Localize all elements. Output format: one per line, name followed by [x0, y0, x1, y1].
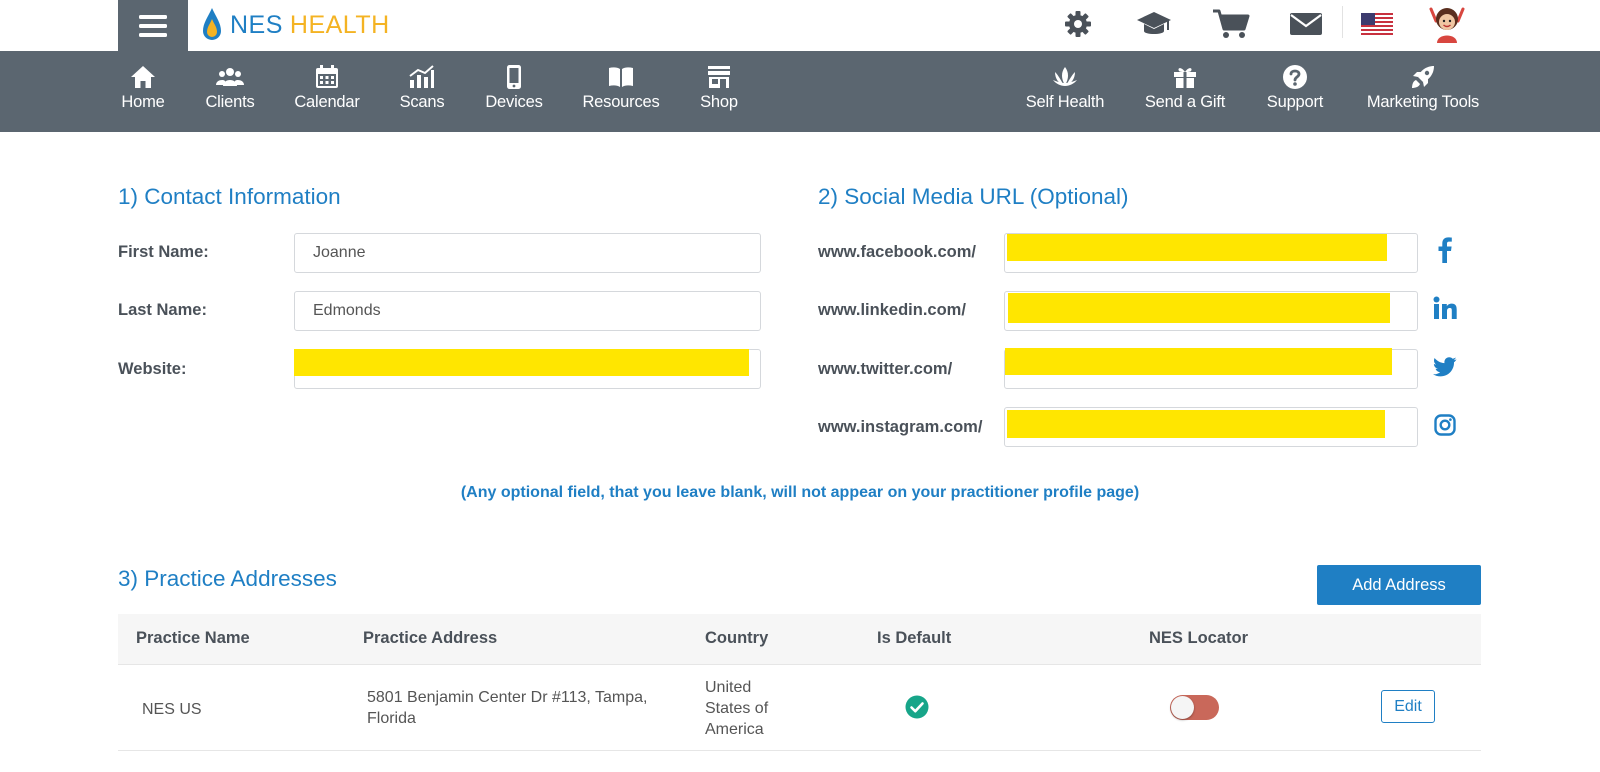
nav-label: Home: [121, 93, 165, 111]
hamburger-menu-button[interactable]: [118, 0, 188, 51]
mobile-icon: [507, 65, 521, 89]
first-name-input[interactable]: Joanne: [294, 233, 761, 273]
rocket-icon: [1412, 66, 1434, 88]
website-label: Website:: [118, 360, 187, 378]
practice-address-cell: 5801 Benjamin Center Dr #113, Tampa, Flo…: [367, 689, 648, 727]
nav-support[interactable]: Support: [1264, 64, 1326, 116]
nav-label: Send a Gift: [1144, 93, 1226, 111]
column-header: Practice Address: [363, 629, 498, 647]
divider: [1342, 6, 1343, 38]
nav-home[interactable]: Home: [120, 64, 166, 116]
country-cell: United States of America: [705, 679, 769, 738]
contact-info-title: 1) Contact Information: [118, 184, 341, 209]
instagram-link[interactable]: [1430, 410, 1460, 440]
optional-fields-hint: (Any optional field, that you leave blan…: [0, 484, 1600, 502]
education-button[interactable]: [1136, 6, 1172, 42]
column-header: Practice Name: [136, 629, 250, 647]
social-media-title: 2) Social Media URL (Optional): [818, 184, 1129, 209]
avatar: [1429, 7, 1465, 43]
facebook-icon: [1438, 237, 1452, 263]
linkedin-label: www.linkedin.com/: [818, 301, 966, 319]
nav-label: Self Health: [1025, 93, 1105, 111]
nav-label: Clients: [205, 93, 255, 111]
instagram-label: www.instagram.com/: [818, 418, 983, 436]
question-icon: [1283, 65, 1307, 89]
hamburger-icon: [139, 14, 167, 37]
nav-label: Calendar: [294, 93, 360, 111]
add-address-button[interactable]: Add Address: [1317, 565, 1481, 605]
linkedin-link[interactable]: [1430, 293, 1460, 323]
column-header: NES Locator: [1149, 629, 1249, 647]
user-avatar[interactable]: [1427, 3, 1467, 45]
twitter-link[interactable]: [1430, 352, 1460, 382]
envelope-icon: [1290, 13, 1322, 35]
practice-name-cell: NES US: [142, 701, 202, 718]
nav-label: Scans: [399, 93, 445, 111]
redaction-box: [294, 349, 749, 376]
facebook-link[interactable]: [1430, 235, 1460, 265]
store-icon: [708, 66, 730, 88]
column-header: Is Default: [877, 629, 952, 647]
twitter-label: www.twitter.com/: [818, 360, 953, 378]
column-header: Country: [705, 629, 769, 647]
hint-text: (Any optional field, that you leave blan…: [460, 484, 1140, 501]
edit-address-button[interactable]: Edit: [1381, 690, 1435, 723]
redaction-box: [1008, 293, 1390, 323]
drop-logo-icon: [203, 8, 221, 40]
cart-button[interactable]: [1212, 6, 1250, 42]
practice-addresses-title: 3) Practice Addresses: [118, 566, 337, 591]
language-selector[interactable]: [1361, 6, 1393, 42]
brand-name-health: HEALTH: [289, 10, 390, 39]
gift-icon: [1174, 68, 1196, 88]
instagram-icon: [1434, 414, 1456, 436]
nav-calendar[interactable]: Calendar: [292, 64, 362, 116]
main-nav: Home Clients Calendar Scans Devices Reso…: [0, 51, 1600, 132]
top-bar: NES HEALTH: [0, 0, 1600, 51]
shopping-cart-icon: [1213, 9, 1250, 38]
nav-self-health[interactable]: Self Health: [1024, 64, 1106, 116]
facebook-label: www.facebook.com/: [818, 243, 977, 261]
users-icon: [216, 68, 244, 86]
graduation-cap-icon: [1137, 12, 1171, 34]
nav-label: Resources: [582, 93, 660, 111]
nav-devices[interactable]: Devices: [484, 64, 544, 116]
table-row: NES US 5801 Benjamin Center Dr #113, Tam…: [118, 664, 1481, 751]
redaction-box: [1007, 234, 1387, 261]
nav-scans[interactable]: Scans: [397, 64, 447, 116]
nav-clients[interactable]: Clients: [202, 64, 258, 116]
nav-shop[interactable]: Shop: [697, 64, 741, 116]
linkedin-icon: [1433, 296, 1457, 319]
us-flag-icon: [1361, 13, 1393, 35]
calendar-icon: [316, 65, 338, 88]
nav-marketing-tools[interactable]: Marketing Tools: [1362, 64, 1484, 116]
nav-label: Shop: [700, 93, 738, 111]
gear-icon: [1065, 11, 1091, 37]
lotus-icon: [1053, 67, 1077, 86]
bar-chart-icon: [409, 65, 434, 88]
last-name-input[interactable]: Edmonds: [294, 291, 761, 331]
settings-button[interactable]: [1062, 6, 1094, 42]
default-check-icon: [905, 695, 929, 719]
first-name-label: First Name:: [118, 243, 209, 261]
nav-resources[interactable]: Resources: [581, 64, 661, 116]
table-header: Practice Name Practice Address Country I…: [118, 614, 1481, 664]
book-icon: [609, 67, 633, 87]
nav-label: Marketing Tools: [1366, 93, 1480, 111]
redaction-box: [1007, 410, 1385, 438]
twitter-icon: [1433, 357, 1457, 377]
home-icon: [131, 66, 155, 88]
messages-button[interactable]: [1289, 6, 1323, 42]
nav-send-gift[interactable]: Send a Gift: [1143, 64, 1227, 116]
toggle-knob: [1171, 696, 1194, 719]
last-name-label: Last Name:: [118, 301, 207, 319]
nes-locator-toggle[interactable]: [1170, 695, 1219, 720]
nav-label: Devices: [485, 93, 543, 111]
nes-health-logo[interactable]: NES HEALTH: [200, 4, 390, 46]
brand-name-nes: NES: [230, 10, 283, 39]
redaction-box: [1005, 348, 1392, 375]
nav-label: Support: [1266, 93, 1324, 111]
